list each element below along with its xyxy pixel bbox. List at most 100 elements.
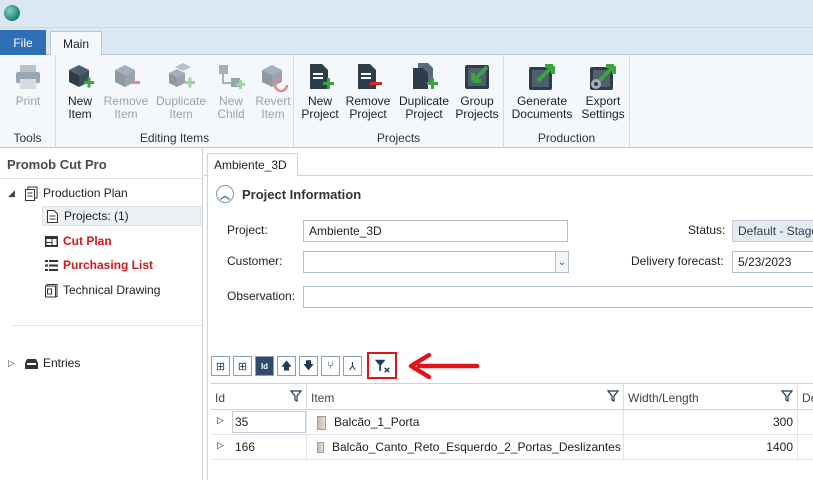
new-project-label: New Project [301,94,339,121]
revert-item-button[interactable]: Revert Item [250,59,296,125]
column-header-width[interactable]: Width/Length [624,384,798,410]
tab-ambiente-3d[interactable]: Ambiente_3D [207,153,298,177]
split-icon[interactable]: ⅄ [343,356,362,376]
id-icon[interactable]: Id [255,356,274,376]
print-button[interactable]: Print [5,59,51,125]
add-icon[interactable]: ⊞ [233,356,252,376]
duplicate-item-icon [165,61,197,93]
observation-field[interactable] [303,286,813,308]
drawing-icon [44,283,59,298]
arrow-up-icon[interactable]: 🡅 [277,356,296,376]
new-item-icon [64,61,96,93]
merge-icon[interactable]: ⑂ [321,356,340,376]
ribbon: Print Tools New Item Remove Item Duplica… [0,55,813,148]
sidebar-item-label: Projects: (1) [64,209,129,223]
remove-project-icon [352,61,384,93]
sidebar-divider [0,178,203,179]
remove-project-label: Remove Project [345,94,391,121]
sidebar-item-label: Production Plan [43,186,128,200]
inbox-icon [24,356,39,371]
generate-documents-label: Generate Documents [511,94,573,121]
new-item-button[interactable]: New Item [57,59,103,125]
duplicate-item-button[interactable]: Duplicate Item [154,59,208,125]
column-label: De [802,391,813,405]
sidebar: Promob Cut Pro ◢ Production Plan Project… [0,148,203,480]
grid-header: Id Item Width/Length De [211,384,813,410]
generate-documents-icon [526,61,558,93]
delivery-forecast-field[interactable]: 5/23/2023 [732,251,813,273]
expand-all-icon[interactable]: ⊞ [211,356,230,376]
sidebar-item-label: Entries [43,356,81,370]
expand-row-icon[interactable]: ▷ [217,415,224,426]
sidebar-item-purchasing-list[interactable]: Purchasing List [44,255,153,275]
project-information-header: ︿ Project Information [216,185,361,203]
column-header-id[interactable]: Id [211,384,307,410]
generate-documents-button[interactable]: Generate Documents [509,59,575,125]
remove-project-button[interactable]: Remove Project [345,59,391,125]
duplicate-project-button[interactable]: Duplicate Project [395,59,453,125]
cabinet-icon [317,415,326,430]
sidebar-item-cut-plan[interactable]: Cut Plan [44,231,112,251]
project-field[interactable]: Ambiente_3D [303,220,568,242]
chevron-down-icon[interactable]: ⌄ [555,251,569,273]
sidebar-item-production-plan[interactable]: Production Plan [24,183,128,203]
group-label-tools: Tools [13,131,42,145]
filter-icon[interactable] [781,390,793,402]
column-header-de[interactable]: De [798,384,813,410]
cabinet-icon [317,442,324,454]
sidebar-title: Promob Cut Pro [7,157,107,172]
ribbon-group-tools: Print Tools [0,55,56,148]
app-logo-icon [4,5,20,21]
new-project-button[interactable]: New Project [297,59,343,125]
new-child-button[interactable]: New Child [208,59,254,125]
revert-item-icon [257,61,289,93]
new-item-label: New Item [67,94,92,121]
grid-toolbar: ⊞ ⊞ Id 🡅 🡇 ⑂ ⅄ [211,352,397,379]
sidebar-item-projects[interactable]: Projects: (1) [42,206,201,226]
table-row[interactable]: ▷ 166 Balcão_Canto_Reto_Esquerdo_2_Porta… [211,435,813,460]
collapse-arrow-icon[interactable]: ◢ [8,188,15,199]
new-child-label: New Child [217,94,245,121]
sidebar-item-label: Technical Drawing [63,283,161,297]
sidebar-item-entries[interactable]: Entries [24,353,80,373]
id-value: 166 [235,440,256,454]
filter-icon[interactable] [290,390,302,402]
tab-main[interactable]: Main [50,31,102,56]
column-header-item[interactable]: Item [307,384,624,410]
clear-filter-button[interactable] [367,352,397,379]
customer-field[interactable] [303,251,556,273]
column-label: Item [311,391,335,405]
export-settings-button[interactable]: Export Settings [579,59,627,125]
group-projects-button[interactable]: Group Projects [454,59,500,125]
id-value[interactable]: 35 [232,411,306,433]
expand-arrow-icon[interactable]: ▷ [8,358,15,369]
item-name: Balcão_1_Porta [334,415,420,429]
status-label: Status: [688,223,726,237]
group-label-editing: Editing Items [139,131,210,145]
id-cell[interactable]: ▷ 35 [211,410,307,435]
arrow-down-icon[interactable]: 🡇 [299,356,318,376]
group-projects-icon [461,61,493,93]
export-settings-icon [587,61,619,93]
table-row[interactable]: ▷ 35 Balcão_1_Porta 300 [211,410,813,435]
remove-item-button[interactable]: Remove Item [103,59,149,125]
ribbon-group-editing: New Item Remove Item Duplicate Item New … [56,55,294,148]
document-body: ︿ Project Information Project: Ambiente_… [207,176,813,480]
ribbon-group-production: Generate Documents Export Settings Produ… [504,55,630,148]
document-tabstrip: Ambiente_3D [204,148,813,177]
project-label: Project: [227,223,268,237]
id-cell[interactable]: ▷ 166 [211,435,307,460]
remove-item-label: Remove Item [103,94,149,121]
cut-plan-icon [44,234,59,249]
status-select[interactable]: Default - Stage [732,220,813,242]
expand-row-icon[interactable]: ▷ [217,440,224,451]
sidebar-item-technical-drawing[interactable]: Technical Drawing [44,280,160,300]
document-icon [45,209,60,224]
list-icon [44,258,59,273]
annotation-arrow-icon [408,352,480,380]
item-cell: Balcão_1_Porta [307,410,624,435]
filter-icon[interactable] [607,390,619,402]
chevron-up-icon[interactable]: ︿ [216,185,234,203]
section-title: Project Information [242,186,362,202]
tab-file[interactable]: File [0,30,46,55]
